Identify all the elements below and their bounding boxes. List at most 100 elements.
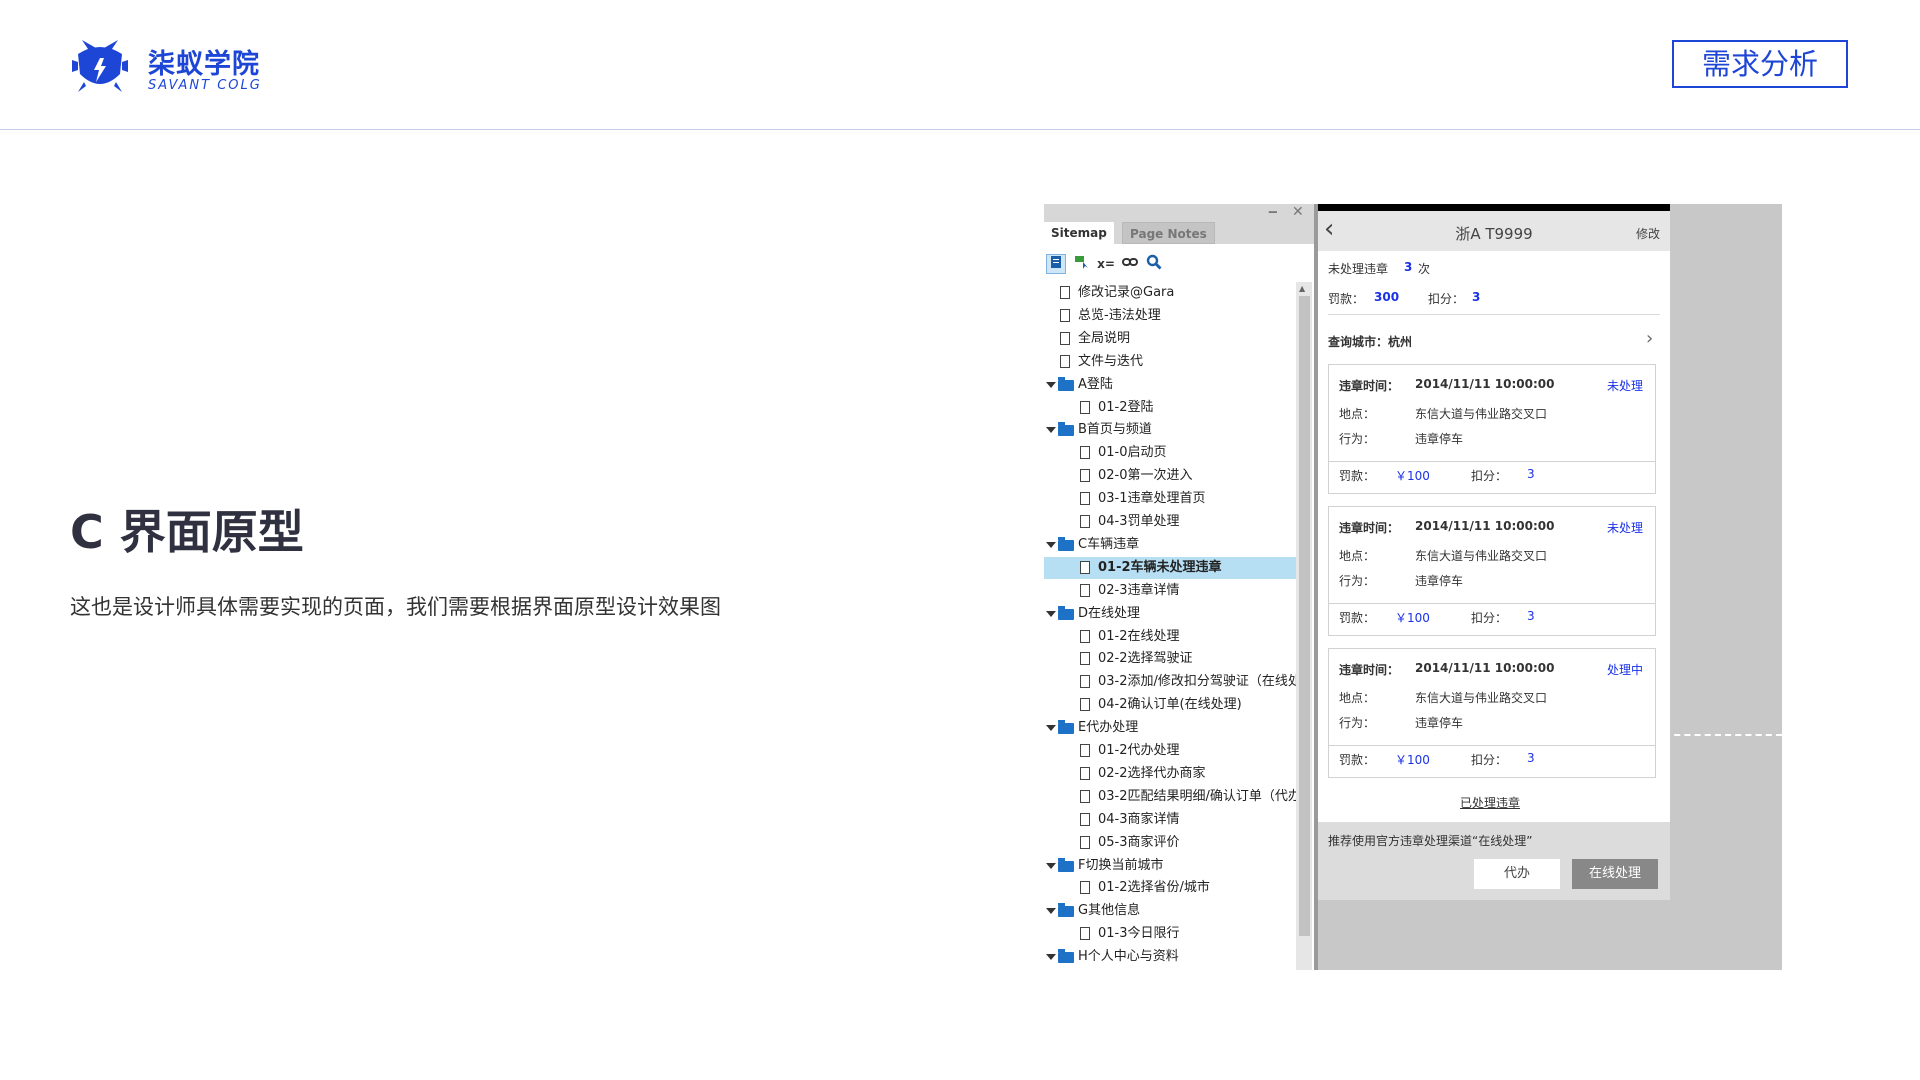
sitemap-item-label: 01-2车辆未处理违章 xyxy=(1098,559,1222,575)
sitemap-item-label: 01-2选择省份/城市 xyxy=(1098,880,1210,896)
page-icon xyxy=(1080,652,1090,666)
violation-card[interactable]: 违章时间： 2014/11/11 10:00:00 未处理 地点： 东信大道与伟业路交叉… xyxy=(1328,506,1656,636)
fine-label: 罚款： xyxy=(1339,611,1376,625)
folder-icon xyxy=(1058,605,1074,620)
query-city[interactable]: 查询城市：杭州 xyxy=(1328,333,1412,350)
sitemap-page[interactable]: 01-2代办处理 xyxy=(1044,740,1298,762)
fine-label: 罚款： xyxy=(1339,469,1376,483)
scrollbar-thumb[interactable] xyxy=(1299,296,1310,936)
sitemap-page[interactable]: 01-0启动页 xyxy=(1044,442,1298,464)
sitemap-folder[interactable]: E代办处理 xyxy=(1044,717,1298,739)
add-page-icon[interactable] xyxy=(1046,254,1066,274)
sitemap-tree: 修改记录@Gara 总览-违法处理 全局说明 文件与迭代 A登陆 01-2登陆 B首页与频道… xyxy=(1044,282,1298,970)
sitemap-page[interactable]: 04-3商家详情 xyxy=(1044,809,1298,831)
sitemap-page[interactable]: 全局说明 xyxy=(1044,328,1298,350)
points-label: 扣分： xyxy=(1471,469,1508,483)
expand-caret-icon[interactable] xyxy=(1046,862,1056,869)
link-icon[interactable] xyxy=(1120,254,1140,274)
unhandled-unit: 次 xyxy=(1418,262,1431,276)
scroll-up-icon[interactable]: ▲ xyxy=(1299,284,1305,293)
chevron-right-icon[interactable]: › xyxy=(1646,328,1653,349)
folder-icon xyxy=(1058,857,1074,872)
page-subtitle: 这也是设计师具体需要实现的页面，我们需要根据界面原型设计效果图 xyxy=(70,595,721,619)
violation-card[interactable]: 违章时间： 2014/11/11 10:00:00 未处理 地点： 东信大道与伟业路交叉… xyxy=(1328,364,1656,494)
sitemap-item-label: E代办处理 xyxy=(1078,720,1139,736)
expand-caret-icon[interactable] xyxy=(1046,381,1056,388)
status-badge: 未处理 xyxy=(1607,379,1644,393)
fine-label: 罚款： xyxy=(1339,753,1376,767)
sitemap-folder[interactable]: C车辆违章 xyxy=(1044,534,1298,556)
violation-time: 2014/11/11 10:00:00 xyxy=(1415,377,1555,391)
sitemap-page[interactable]: 01-2在线处理 xyxy=(1044,626,1298,648)
sitemap-item-label: 01-2代办处理 xyxy=(1098,743,1180,758)
sitemap-page[interactable]: 03-2添加/修改扣分驾驶证（在线处 xyxy=(1044,671,1298,693)
variables-icon[interactable]: x= xyxy=(1096,254,1116,274)
card-divider xyxy=(1329,603,1655,604)
action-label: 行为： xyxy=(1339,716,1376,730)
sitemap-folder[interactable]: D在线处理 xyxy=(1044,603,1298,625)
search-icon[interactable] xyxy=(1144,254,1164,274)
page-icon xyxy=(1080,492,1090,506)
sitemap-page[interactable]: 01-2选择省份/城市 xyxy=(1044,877,1298,899)
sitemap-page[interactable]: 03-1违章处理首页 xyxy=(1044,488,1298,510)
tab-sitemap[interactable]: Sitemap xyxy=(1044,222,1114,244)
sitemap-page[interactable]: 总览-违法处理 xyxy=(1044,305,1298,327)
close-icon[interactable]: ✕ xyxy=(1292,204,1304,220)
expand-caret-icon[interactable] xyxy=(1046,954,1056,961)
expand-caret-icon[interactable] xyxy=(1046,541,1056,548)
violation-place: 东信大道与伟业路交叉口 xyxy=(1415,691,1548,705)
page-icon xyxy=(1080,446,1090,460)
sitemap-item-label: 02-2选择代办商家 xyxy=(1098,765,1206,781)
sitemap-folder[interactable]: G其他信息 xyxy=(1044,900,1298,922)
sitemap-page[interactable]: 02-2选择代办商家 xyxy=(1044,763,1298,785)
folder-icon xyxy=(1058,949,1074,964)
sitemap-page[interactable]: 04-3罚单处理 xyxy=(1044,511,1298,533)
handled-violations-link[interactable]: 已处理违章 xyxy=(1460,794,1520,811)
agent-button[interactable]: 代办 xyxy=(1474,859,1560,889)
minimize-icon[interactable]: ‒ xyxy=(1268,204,1278,220)
status-badge: 未处理 xyxy=(1607,521,1644,535)
page-icon xyxy=(1080,698,1090,712)
brand-name-cn: 柒蚁学院 xyxy=(148,49,260,80)
sitemap-page[interactable]: 04-2确认订单(在线处理) xyxy=(1044,694,1298,716)
unhandled-label: 未处理违章 xyxy=(1328,262,1389,276)
sitemap-item-label: 01-3今日限行 xyxy=(1098,926,1180,942)
sitemap-page[interactable]: 05-3商家评价 xyxy=(1044,832,1298,854)
violation-place: 东信大道与伟业路交叉口 xyxy=(1415,549,1548,563)
expand-caret-icon[interactable] xyxy=(1046,610,1056,617)
page-icon xyxy=(1060,331,1070,345)
page-icon xyxy=(1080,744,1090,757)
sitemap-page[interactable]: 02-2选择驾驶证 xyxy=(1044,648,1298,670)
violation-action: 违章停车 xyxy=(1415,432,1464,446)
sitemap-item-label: 修改记录@Gara xyxy=(1078,285,1175,300)
expand-caret-icon[interactable] xyxy=(1046,908,1056,915)
sitemap-page[interactable]: 01-2登陆 xyxy=(1044,397,1298,419)
action-label: 行为： xyxy=(1339,432,1376,446)
edit-link[interactable]: 修改 xyxy=(1636,225,1660,242)
sitemap-page[interactable]: 修改记录@Gara xyxy=(1044,282,1298,304)
sitemap-item-label: 02-3违章详情 xyxy=(1098,582,1180,598)
page-icon xyxy=(1060,308,1070,322)
sitemap-page[interactable]: 02-0第一次进入 xyxy=(1044,465,1298,487)
online-button[interactable]: 在线处理 xyxy=(1572,859,1658,889)
sitemap-item-label: 03-1违章处理首页 xyxy=(1098,491,1206,507)
sitemap-page[interactable]: 02-3违章详情 xyxy=(1044,580,1298,602)
page-icon xyxy=(1080,515,1090,528)
tab-page-notes[interactable]: Page Notes xyxy=(1122,222,1215,244)
sitemap-folder[interactable]: A登陆 xyxy=(1044,374,1298,396)
sitemap-folder[interactable]: F切换当前城市 xyxy=(1044,855,1298,877)
flow-icon[interactable] xyxy=(1072,254,1092,274)
sitemap-page[interactable]: 文件与迭代 xyxy=(1044,351,1298,373)
sitemap-page[interactable]: 01-3今日限行 xyxy=(1044,923,1298,945)
sitemap-folder[interactable]: H个人中心与资料 xyxy=(1044,946,1298,968)
brand-name-en: SAVANT COLG xyxy=(148,78,262,93)
sitemap-header: Sitemap Page Notes ‒ ✕ xyxy=(1044,204,1314,244)
sitemap-page[interactable]: 03-2匹配结果明细/确认订单（代办 xyxy=(1044,786,1298,808)
expand-caret-icon[interactable] xyxy=(1046,427,1056,434)
sitemap-page[interactable]: 01-2车辆未处理违章 xyxy=(1044,556,1298,579)
sitemap-folder[interactable]: B首页与频道 xyxy=(1044,419,1298,441)
place-label: 地点： xyxy=(1339,407,1376,421)
violation-card[interactable]: 违章时间： 2014/11/11 10:00:00 处理中 地点： 东信大道与伟业路交叉… xyxy=(1328,648,1656,778)
expand-caret-icon[interactable] xyxy=(1046,725,1056,732)
place-label: 地点： xyxy=(1339,549,1376,563)
